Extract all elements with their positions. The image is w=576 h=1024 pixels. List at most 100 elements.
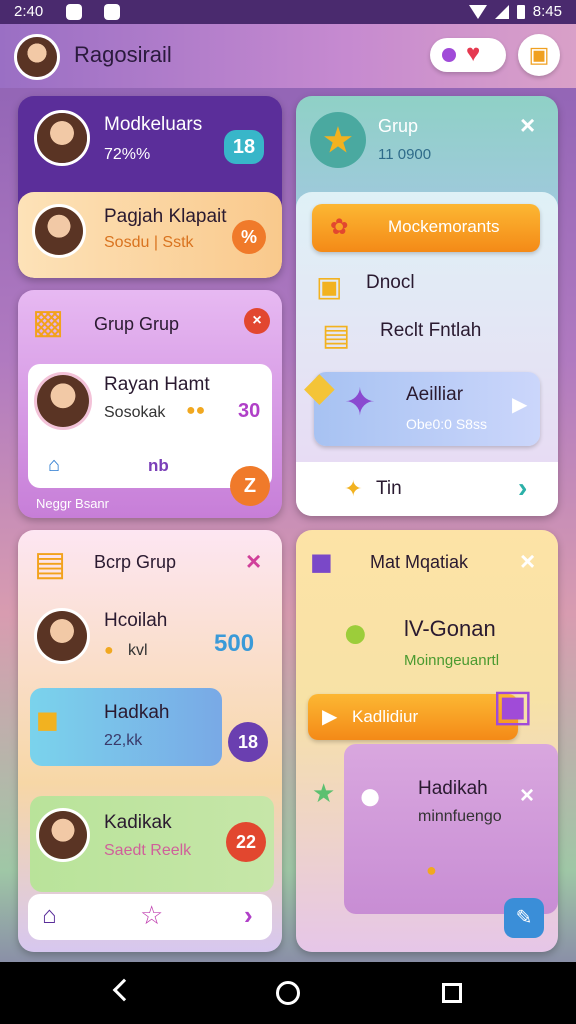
close-icon[interactable]: × xyxy=(520,782,534,810)
candy-icon: ✿ xyxy=(330,214,349,239)
item-sub: kvl xyxy=(128,642,148,659)
sparkle-icon: ✦ xyxy=(344,476,363,501)
group-sub: 11 0900 xyxy=(378,146,432,163)
avatar: ★ xyxy=(310,112,366,168)
profile-card[interactable]: Modkeluars 72%% 18 Pagjah Klapait Sosdu … xyxy=(18,96,282,278)
puzzle-icon: ✦ xyxy=(344,382,376,424)
profile-name: Modkeluars xyxy=(104,114,203,135)
action-button[interactable]: Z xyxy=(230,466,270,506)
status-time: 2:40 xyxy=(14,3,44,20)
close-icon[interactable]: × xyxy=(246,546,261,577)
close-icon[interactable]: × xyxy=(520,110,535,141)
recents-icon[interactable] xyxy=(442,983,462,1003)
item-value: 500 xyxy=(214,630,255,657)
play-button[interactable]: ▶ Kadlidiur xyxy=(308,694,518,740)
sub-card[interactable]: ● Hadikah minnfuengo × ● xyxy=(344,744,558,914)
edit-button[interactable]: ✎ xyxy=(504,898,544,938)
card-footer: ✦ Tin › xyxy=(296,462,558,516)
home-icon[interactable] xyxy=(276,981,300,1005)
status-bar: 2:40 8:45 xyxy=(0,0,576,24)
close-icon[interactable]: × xyxy=(520,546,535,577)
item-name: Hcoilah xyxy=(104,610,168,631)
battery-icon xyxy=(516,4,525,19)
chevron-right-icon[interactable]: › xyxy=(518,472,527,504)
game-card[interactable]: ■ Mat Mqatiak × ● lV-Gonan Moinngeuanrtl… xyxy=(296,530,558,952)
notification-icon xyxy=(104,4,120,20)
cube-icon: ■ xyxy=(310,542,333,584)
list-item[interactable]: Pagjah Klapait Sosdu | Sstk % xyxy=(18,192,282,278)
item-name: Kadikak xyxy=(104,812,172,833)
tab-label[interactable]: nb xyxy=(148,456,169,476)
signal-icon xyxy=(494,4,509,19)
group-list-title: Bcrp Grup xyxy=(94,552,177,572)
bag-icon: ▣ xyxy=(316,271,343,302)
member-score: 30 xyxy=(238,400,261,422)
back-icon[interactable] xyxy=(112,978,136,1002)
member-sub: Sosokak xyxy=(104,404,166,421)
sub-card-title: Hadikah xyxy=(418,778,488,799)
avatar xyxy=(36,808,90,862)
group-title: Grup Grup xyxy=(94,314,180,334)
cheese-icon: ◆ xyxy=(304,365,335,409)
item-name: Hadkah xyxy=(104,702,170,723)
feature-title: Aeilliar xyxy=(406,384,464,405)
item-sub: Moinngeuanrtl xyxy=(404,652,500,669)
feature-sub: Obe0:0 S8ss xyxy=(406,416,487,432)
status-icons: 8:45 xyxy=(468,3,562,20)
count-badge: 18 xyxy=(224,130,264,164)
game-title: Mat Mqatiak xyxy=(370,552,469,572)
star-icon: ★ xyxy=(312,778,336,808)
footer-label: Tin xyxy=(376,478,402,499)
home-icon[interactable]: ⌂ xyxy=(48,454,60,477)
pencil-icon: ✎ xyxy=(515,907,533,929)
home-icon[interactable]: ⌂ xyxy=(42,902,57,930)
coin-icon: ●● xyxy=(186,402,206,419)
list-item[interactable]: ■ Hadkah 22,kk xyxy=(30,688,222,766)
star-icon[interactable]: ☆ xyxy=(140,900,163,931)
folder-icon: ▤ xyxy=(34,545,67,583)
character-icon: ● xyxy=(358,774,383,818)
feature-tile[interactable]: ✦ Aeilliar Obe0:0 S8ss ▶ xyxy=(314,372,540,446)
likes-pill[interactable]: ♥ xyxy=(430,38,506,72)
chevron-right-icon[interactable]: › xyxy=(244,900,253,931)
play-icon[interactable]: ▶ xyxy=(512,392,527,417)
count-badge: 18 xyxy=(228,722,268,762)
gift-icon: ▣ xyxy=(492,681,534,730)
play-icon: ▶ xyxy=(322,706,338,728)
truck-icon: ■ xyxy=(36,700,59,742)
coin-icon: ● xyxy=(426,860,437,880)
group-footer: Neggr Bsanr xyxy=(36,496,109,511)
group-title: Grup xyxy=(378,116,419,136)
member-name: Rayan Hamt xyxy=(104,374,210,395)
sub-card-sub: minnfuengo xyxy=(418,808,502,825)
avatar xyxy=(32,204,86,258)
list-item[interactable]: Kadikak Saedt Reelk 22 xyxy=(30,796,274,892)
gift-button[interactable]: ▣ xyxy=(518,34,560,76)
card-toolbar: ⌂ ☆ › xyxy=(28,894,272,940)
monster-icon: ● xyxy=(342,608,369,657)
menu-item-label[interactable]: Reclt Fntlah xyxy=(380,320,481,342)
coin-icon: ● xyxy=(104,642,114,659)
item-sub: 22,kk xyxy=(104,732,143,749)
member-panel[interactable]: Rayan Hamt Sosokak ●● 30 ⌂ nb xyxy=(28,364,272,488)
gift-icon: ▣ xyxy=(528,42,550,67)
dot-icon xyxy=(442,48,456,62)
primary-button[interactable]: ✿ Mockemorants xyxy=(312,204,540,252)
group-detail-card[interactable]: ★ Grup 11 0900 × ✿ Mockemorants ▣ Dnocl … xyxy=(296,96,558,516)
notification-icon xyxy=(66,4,82,20)
play-button-label: Kadlidiur xyxy=(352,707,419,726)
close-icon[interactable]: × xyxy=(244,308,270,334)
profile-avatar[interactable] xyxy=(14,34,60,80)
app-title: Ragosirail xyxy=(74,42,172,67)
wifi-icon xyxy=(468,4,487,19)
avatar xyxy=(34,110,90,166)
menu-item-label[interactable]: Dnocl xyxy=(366,272,415,294)
status-right-text: 8:45 xyxy=(532,3,562,20)
heart-icon: ♥ xyxy=(466,40,481,67)
system-nav-bar xyxy=(0,962,576,1024)
group-card[interactable]: ▩ Grup Grup × Rayan Hamt Sosokak ●● 30 ⌂… xyxy=(18,290,282,518)
item-name: Pagjah Klapait xyxy=(104,206,227,227)
item-sub: Saedt Reelk xyxy=(104,842,192,859)
group-list-card[interactable]: ▤ Bcrp Grup × Hcoilah ● kvl 500 ■ Hadkah… xyxy=(18,530,282,952)
action-badge[interactable]: % xyxy=(232,220,266,254)
